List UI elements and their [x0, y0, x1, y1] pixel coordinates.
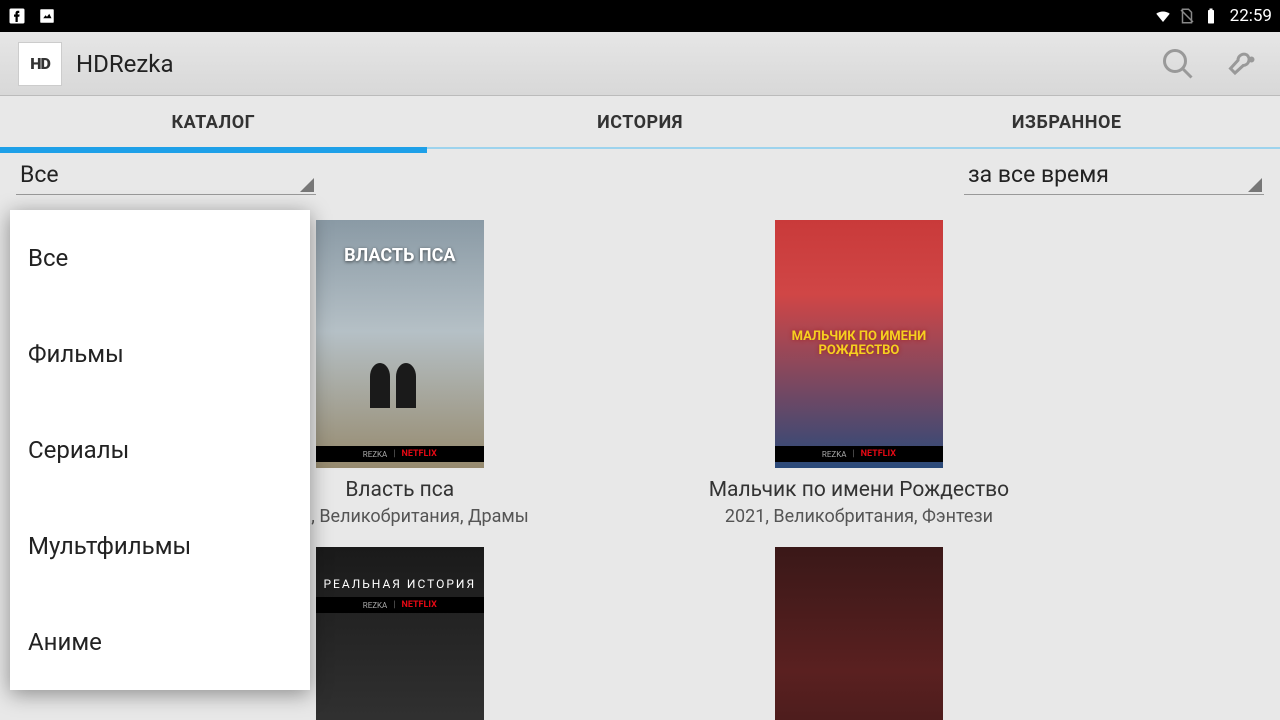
movie-card[interactable]: МАЛЬЧИК ПО ИМЕНИ РОЖДЕСТВО REZKA|NETFLIX…	[709, 220, 1009, 527]
tab-history[interactable]: ИСТОРИЯ	[427, 96, 854, 153]
filter-bar: Все за все время	[0, 153, 1280, 195]
dropdown-option-films[interactable]: Фильмы	[10, 306, 310, 402]
movie-poster	[775, 547, 943, 720]
tab-label: КАТАЛОГ	[171, 112, 255, 133]
poster-badge: REZKA|NETFLIX	[316, 446, 484, 462]
app-logo: HD	[18, 42, 62, 86]
dropdown-option-all[interactable]: Все	[10, 210, 310, 306]
movie-card[interactable]: РЕАЛЬНАЯ ИСТОРИЯ REZKA|NETFLIX	[316, 547, 484, 720]
tab-catalog[interactable]: КАТАЛОГ	[0, 96, 427, 153]
poster-badge: REZKA|NETFLIX	[316, 597, 484, 613]
option-label: Все	[28, 244, 68, 272]
android-status-bar: 22:59	[0, 0, 1280, 32]
filter-category-wrap: Все	[16, 157, 316, 195]
option-label: Аниме	[28, 628, 102, 656]
app-header: HD HDRezka	[0, 32, 1280, 96]
movie-meta: 2021, Великобритания, Фэнтези	[725, 506, 993, 527]
battery-icon	[1202, 7, 1220, 25]
dropdown-selected: Все	[20, 161, 59, 188]
status-left-icons	[8, 7, 56, 25]
movie-title: Мальчик по имени Рождество	[709, 478, 1009, 502]
option-label: Фильмы	[28, 340, 124, 368]
no-sim-icon	[1178, 7, 1196, 25]
dropdown-option-cartoons[interactable]: Мультфильмы	[10, 498, 310, 594]
tab-label: ИСТОРИЯ	[597, 112, 683, 133]
tab-favorites[interactable]: ИЗБРАННОЕ	[853, 96, 1280, 153]
content-column-2: МАЛЬЧИК ПО ИМЕНИ РОЖДЕСТВО REZKA|NETFLIX…	[709, 220, 1009, 710]
movie-title: Власть пса	[345, 478, 454, 502]
movie-poster: РЕАЛЬНАЯ ИСТОРИЯ REZKA|NETFLIX	[316, 547, 484, 720]
dropdown-selected: за все время	[968, 161, 1109, 188]
tab-bar: КАТАЛОГ ИСТОРИЯ ИЗБРАННОЕ	[0, 96, 1280, 153]
poster-overlay-title: МАЛЬЧИК ПО ИМЕНИ РОЖДЕСТВО	[775, 330, 943, 359]
dropdown-option-series[interactable]: Сериалы	[10, 402, 310, 498]
movie-poster: ВЛАСТЬ ПСА REZKA|NETFLIX	[316, 220, 484, 468]
tab-label: ИЗБРАННОЕ	[1012, 112, 1122, 133]
facebook-icon	[8, 7, 26, 25]
app-title: HDRezka	[76, 50, 174, 78]
movie-card[interactable]	[775, 547, 943, 720]
category-dropdown-menu: Все Фильмы Сериалы Мультфильмы Аниме	[10, 210, 310, 690]
option-label: Сериалы	[28, 436, 129, 464]
filter-period-wrap: за все время	[964, 157, 1264, 195]
settings-wrench-icon[interactable]	[1226, 46, 1262, 82]
gallery-icon	[38, 7, 56, 25]
option-label: Мультфильмы	[28, 532, 191, 560]
wifi-icon	[1154, 7, 1172, 25]
status-right-icons: 22:59	[1154, 6, 1272, 26]
category-dropdown[interactable]: Все	[16, 157, 316, 195]
movie-poster: МАЛЬЧИК ПО ИМЕНИ РОЖДЕСТВО REZKA|NETFLIX	[775, 220, 943, 468]
dropdown-option-anime[interactable]: Аниме	[10, 594, 310, 690]
period-dropdown[interactable]: за все время	[964, 157, 1264, 195]
status-clock: 22:59	[1230, 6, 1272, 26]
poster-overlay-title: ВЛАСТЬ ПСА	[344, 245, 455, 266]
poster-badge: REZKA|NETFLIX	[775, 446, 943, 462]
poster-overlay-title: РЕАЛЬНАЯ ИСТОРИЯ	[323, 577, 476, 591]
search-icon[interactable]	[1160, 46, 1196, 82]
header-actions	[1160, 46, 1262, 82]
